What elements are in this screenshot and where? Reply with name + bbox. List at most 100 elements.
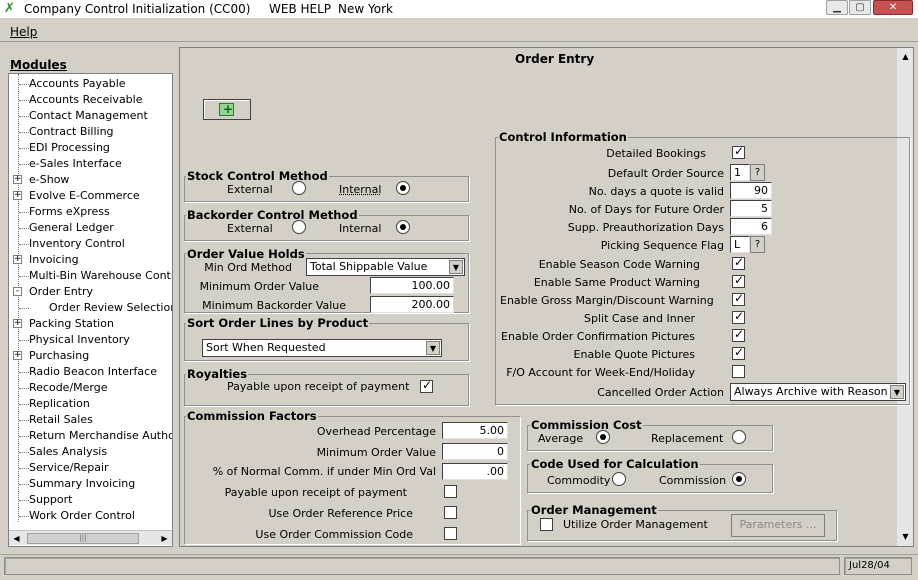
tree-connector [19,372,29,373]
min-backorder-value-label: Minimum Backorder Value [202,299,346,312]
season-warning-checkbox[interactable] [732,255,745,270]
backorder-internal-radio[interactable] [396,220,410,234]
use-ref-price-checkbox[interactable] [444,506,457,519]
min-ord-method-select[interactable]: Total Shippable Value ▼ [306,258,465,276]
split-case-checkbox[interactable] [732,309,745,324]
tree-item[interactable]: Order Review Selection P [9,300,173,316]
stock-external-radio[interactable] [292,181,306,195]
picking-flag-field[interactable]: L [730,236,750,253]
future-days-field[interactable]: 5 [730,200,772,217]
expand-icon[interactable]: + [13,319,22,328]
add-button[interactable] [203,99,251,120]
backorder-external-radio[interactable] [292,220,306,234]
tree-item[interactable]: Service/Repair [9,460,172,476]
expand-icon[interactable]: + [13,191,22,200]
scroll-right-icon[interactable]: ▶ [158,532,171,545]
tree-item-label: Evolve E-Commerce [29,189,140,202]
tree-item[interactable]: Sales Analysis [9,444,172,460]
min-backorder-value-field[interactable]: 200.00 [370,296,454,313]
sort-order-select[interactable]: Sort When Requested ▼ [202,339,442,357]
tree-connector [19,164,29,165]
expand-icon[interactable]: + [13,255,22,264]
close-button[interactable]: ✕ [873,0,913,15]
min-order-value-field[interactable]: 100.00 [370,277,454,294]
tree-item[interactable]: e-Sales Interface [9,156,172,172]
overhead-field[interactable]: 5.00 [442,422,508,439]
same-product-warning-checkbox[interactable] [732,273,745,288]
scroll-up-icon[interactable]: ▲ [899,50,912,63]
tree-connector [19,468,29,469]
minimize-button[interactable]: ▁ [826,0,848,15]
menu-help[interactable]: Help [10,25,37,39]
tree-item[interactable]: Retail Sales [9,412,172,428]
tree-item[interactable]: + e-Show [9,172,172,188]
tree-item[interactable]: Work Order Control [9,508,172,524]
tree-item[interactable]: Inventory Control [9,236,172,252]
status-bar: Jul28/04 [0,554,918,576]
royalties-payable-checkbox[interactable] [420,378,433,393]
cost-average-radio[interactable] [596,430,610,444]
detailed-bookings-checkbox[interactable] [732,144,745,159]
tree-item[interactable]: Contract Billing [9,124,172,140]
tree-item[interactable]: Accounts Payable [9,76,172,92]
tree-item-label: Radio Beacon Interface [29,365,157,378]
tree-item[interactable]: + Evolve E-Commerce [9,188,172,204]
cancelled-action-select[interactable]: Always Archive with Reason ▼ [730,383,906,401]
tree-item[interactable]: Multi-Bin Warehouse Control [9,268,172,284]
collapse-icon[interactable]: - [13,287,22,296]
calc-commodity-radio[interactable] [612,472,626,486]
tree-item[interactable]: Support [9,492,172,508]
use-comm-code-checkbox[interactable] [444,527,457,540]
parameters-button[interactable]: Parameters ... [731,514,825,537]
tree-item-label: Return Merchandise Authoriz [29,429,173,442]
tree-item[interactable]: Recode/Merge [9,380,172,396]
tree-item[interactable]: Accounts Receivable [9,92,172,108]
default-source-lookup-button[interactable]: ? [750,164,765,181]
maximize-button[interactable]: ▢ [849,0,871,15]
tree-connector [19,212,29,213]
modules-tree[interactable]: Accounts Payable Accounts Receivable Conta… [8,73,173,547]
tree-horizontal-scrollbar[interactable]: ◀ ||| ▶ [9,530,172,545]
tree-item-label: Order Review Selection P [49,301,173,314]
stock-internal-radio[interactable] [396,181,410,195]
tree-item-label: e-Show [29,173,70,186]
fo-account-checkbox[interactable] [732,365,745,378]
scroll-left-icon[interactable]: ◀ [10,532,23,545]
tree-item[interactable]: Summary Invoicing [9,476,172,492]
comm-payable-checkbox[interactable] [444,485,457,498]
gross-margin-warning-checkbox[interactable] [732,291,745,306]
cost-replacement-radio[interactable] [732,430,746,444]
quote-days-field[interactable]: 90 [730,182,772,199]
calc-commission-radio[interactable] [732,472,746,486]
expand-icon[interactable]: + [13,351,22,360]
utilize-order-management-checkbox[interactable] [540,518,553,531]
preauth-days-field[interactable]: 6 [730,218,772,235]
tree-item[interactable]: Contact Management [9,108,172,124]
status-date: Jul28/04 [844,557,912,575]
tree-item[interactable]: Physical Inventory [9,332,172,348]
tree-item[interactable]: - Order Entry [9,284,172,300]
tree-item[interactable]: Forms eXpress [9,204,172,220]
tree-item[interactable]: General Ledger [9,220,172,236]
expand-icon[interactable]: + [13,175,22,184]
tree-item[interactable]: Return Merchandise Authoriz [9,428,173,444]
tree-item[interactable]: + Invoicing [9,252,172,268]
comm-min-order-field[interactable]: 0 [442,443,508,460]
tree-item[interactable]: Radio Beacon Interface [9,364,172,380]
scroll-down-icon[interactable]: ▼ [899,530,912,543]
chevron-down-icon: ▼ [426,341,440,355]
tree-item-label: e-Sales Interface [29,157,122,170]
tree-item[interactable]: + Packing Station [9,316,172,332]
tree-connector [19,116,29,117]
quote-pictures-checkbox[interactable] [732,345,745,360]
tree-item[interactable]: EDI Processing [9,140,172,156]
season-warning-label: Enable Season Code Warning [538,258,700,271]
confirm-pictures-checkbox[interactable] [732,327,745,342]
scroll-thumb[interactable]: ||| [27,533,139,544]
tree-item[interactable]: Replication [9,396,172,412]
picking-flag-lookup-button[interactable]: ? [750,236,765,253]
pct-normal-field[interactable]: .00 [442,463,508,480]
default-source-field[interactable]: 1 [730,164,750,181]
tree-item-label: Order Entry [29,285,94,298]
tree-item[interactable]: + Purchasing [9,348,172,364]
